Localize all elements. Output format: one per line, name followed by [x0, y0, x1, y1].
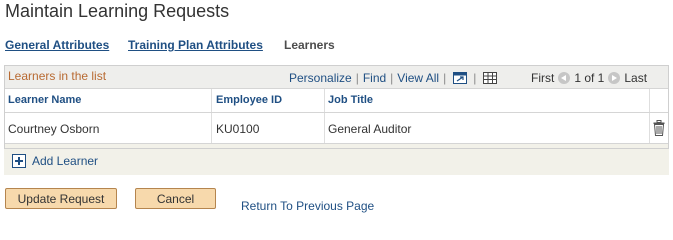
column-divider: [649, 113, 650, 143]
return-to-previous-page-link[interactable]: Return To Previous Page: [241, 199, 374, 213]
next-page-icon[interactable]: [608, 72, 621, 84]
download-to-spreadsheet-icon[interactable]: [483, 72, 498, 84]
tool-separator: |: [443, 71, 447, 85]
tab-learners: Learners: [284, 38, 335, 52]
column-header-row: Learner Name Employee ID Job Title: [5, 89, 668, 113]
add-learner-row: Add Learner: [4, 149, 669, 175]
tab-general-attributes[interactable]: General Attributes: [5, 38, 109, 52]
find-link[interactable]: Find: [363, 71, 386, 85]
update-request-button[interactable]: Update Request: [5, 188, 117, 209]
column-divider: [649, 89, 650, 112]
learner-name-cell: Courtney Osborn: [8, 122, 100, 136]
page-title: Maintain Learning Requests: [5, 1, 230, 21]
last-label: Last: [624, 71, 648, 85]
column-divider: [324, 89, 325, 112]
cancel-button[interactable]: Cancel: [135, 188, 216, 209]
first-label: First: [531, 71, 555, 85]
zoom-icon[interactable]: [453, 72, 468, 84]
grid-tools: Personalize | Find | View All | |: [289, 71, 503, 85]
column-header-employee-id[interactable]: Employee ID: [216, 94, 282, 106]
previous-page-icon[interactable]: [558, 72, 571, 84]
learners-grid: Learners in the list Personalize | Find …: [4, 65, 669, 149]
trash-icon[interactable]: [653, 120, 665, 136]
page-range: 1 of 1: [574, 71, 605, 85]
table-row: Courtney Osborn KU0100 General Auditor: [5, 113, 668, 144]
add-learner-link[interactable]: Add Learner: [32, 154, 98, 168]
employee-id-cell: KU0100: [216, 122, 260, 136]
tool-separator: |: [473, 71, 477, 85]
grid-header-bar: Learners in the list Personalize | Find …: [5, 66, 668, 89]
job-title-cell: General Auditor: [328, 122, 412, 136]
tool-separator: |: [390, 71, 394, 85]
column-divider: [211, 89, 212, 112]
tab-training-plan-attributes[interactable]: Training Plan Attributes: [128, 38, 263, 52]
view-all-link[interactable]: View All: [397, 71, 439, 85]
column-header-job-title[interactable]: Job Title: [328, 94, 373, 106]
plus-icon[interactable]: [12, 154, 26, 168]
column-divider: [324, 113, 325, 143]
grid-title: Learners in the list: [8, 69, 107, 83]
tool-separator: |: [355, 71, 359, 85]
grid-pagination: First 1 of 1 Last: [531, 71, 647, 85]
column-header-learner-name[interactable]: Learner Name: [8, 94, 81, 106]
personalize-link[interactable]: Personalize: [289, 71, 352, 85]
column-divider: [211, 113, 212, 143]
